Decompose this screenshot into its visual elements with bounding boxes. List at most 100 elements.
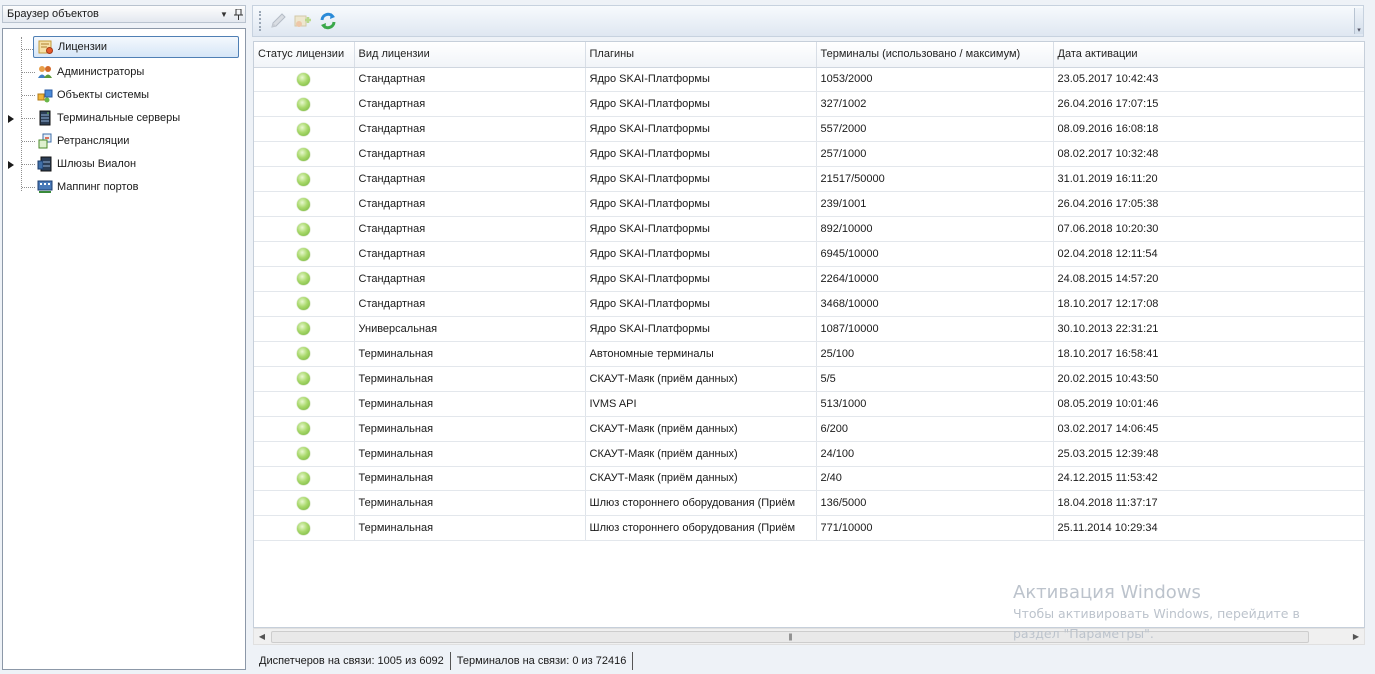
plugin-cell: Ядро SKAI-Платформы <box>585 141 817 168</box>
table-row[interactable]: Стандартная Ядро SKAI-Платформы 892/10000 0… <box>254 216 1364 243</box>
table-row[interactable]: Стандартная Ядро SKAI-Платформы 239/1001 26… <box>254 191 1364 218</box>
plugin-cell: СКАУТ-Маяк (приём данных) <box>585 466 817 492</box>
table-row[interactable]: Стандартная Ядро SKAI-Платформы 6945/10000… <box>254 241 1364 267</box>
license-status-cell <box>254 515 355 542</box>
expand-arrow-icon[interactable] <box>7 161 15 169</box>
table-row[interactable]: Терминальная СКАУТ-Маяк (приём данных) 24/… <box>254 441 1364 467</box>
pin-icon[interactable] <box>231 7 245 21</box>
table-row[interactable]: Универсальная Ядро SKAI-Платформы 1087/100… <box>254 316 1364 342</box>
scroll-right-arrow-icon[interactable]: ▶ <box>1351 632 1361 642</box>
license-type-cell: Стандартная <box>354 91 586 118</box>
terminals-cell: 2/40 <box>816 466 1054 492</box>
activation-date-cell: 30.10.2013 22:31:21 <box>1053 316 1364 342</box>
tree-item-licenses[interactable]: Лицензии <box>33 36 239 58</box>
plugin-cell: Автономные терминалы <box>585 341 817 367</box>
status-active-icon <box>297 447 311 461</box>
table-row[interactable]: Терминальная Автономные терминалы 25/100 18… <box>254 341 1364 367</box>
tree-item-system-objects[interactable]: Объекты системы <box>3 84 243 107</box>
license-type-cell: Терминальная <box>354 466 586 492</box>
activation-date-cell: 18.10.2017 12:17:08 <box>1053 291 1364 317</box>
table-row[interactable]: Терминальная СКАУТ-Маяк (приём данных) 2/4… <box>254 466 1364 492</box>
license-status-cell <box>254 91 355 118</box>
plugin-cell: Ядро SKAI-Платформы <box>585 291 817 317</box>
tree-item-wialon-gateways[interactable]: Шлюзы Виалон <box>3 153 243 176</box>
tree-item-terminal-servers[interactable]: Терминальные серверы <box>3 107 243 130</box>
plugin-cell: Ядро SKAI-Платформы <box>585 191 817 218</box>
add-license-icon[interactable] <box>292 10 314 32</box>
license-status-cell <box>254 266 355 292</box>
edit-pencil-icon[interactable] <box>267 10 289 32</box>
column-header-plugins[interactable]: Плагины <box>585 42 817 68</box>
scroll-left-arrow-icon[interactable]: ◀ <box>257 632 267 642</box>
license-status-cell <box>254 490 355 517</box>
tree-item-label: Лицензии <box>58 41 108 53</box>
status-active-icon <box>297 372 311 386</box>
terminals-cell: 5/5 <box>816 366 1054 392</box>
licenses-grid[interactable]: Статус лицензии Вид лицензии Плагины Тер… <box>253 41 1365 628</box>
object-tree[interactable]: Лицензии Администраторы Объекты системы … <box>2 28 246 670</box>
tree-item-label: Объекты системы <box>57 89 150 101</box>
activation-date-cell: 08.05.2019 10:01:46 <box>1053 391 1364 417</box>
table-row[interactable]: Стандартная Ядро SKAI-Платформы 557/2000 08… <box>254 116 1364 143</box>
table-row[interactable]: Стандартная Ядро SKAI-Платформы 21517/5000… <box>254 166 1364 193</box>
table-body: Стандартная Ядро SKAI-Платформы 1053/2000 2… <box>254 67 1364 542</box>
plugin-cell: Ядро SKAI-Платформы <box>585 166 817 193</box>
plugin-cell: Ядро SKAI-Платформы <box>585 241 817 267</box>
terminals-cell: 257/1000 <box>816 141 1054 168</box>
status-active-icon <box>297 247 311 261</box>
terminals-cell: 6/200 <box>816 416 1054 442</box>
plugin-cell: Шлюз стороннего оборудования (Приём <box>585 515 817 542</box>
table-row[interactable]: Терминальная СКАУТ-Маяк (приём данных) 6/2… <box>254 416 1364 442</box>
scrollbar-thumb[interactable]: ||| <box>271 631 1309 643</box>
terminals-cell: 2264/10000 <box>816 266 1054 292</box>
table-row[interactable]: Стандартная Ядро SKAI-Платформы 3468/10000… <box>254 291 1364 317</box>
license-status-cell <box>254 466 355 492</box>
status-active-icon <box>297 297 311 311</box>
plugin-cell: Ядро SKAI-Платформы <box>585 316 817 342</box>
tree-item-label: Терминальные серверы <box>57 112 181 124</box>
activation-date-cell: 08.09.2016 16:08:18 <box>1053 116 1364 143</box>
status-active-icon <box>297 222 311 236</box>
table-row[interactable]: Терминальная Шлюз стороннего оборудования… <box>254 515 1364 542</box>
activation-date-cell: 26.04.2016 17:07:15 <box>1053 91 1364 118</box>
panel-menu-dropdown-icon[interactable]: ▼ <box>217 7 231 21</box>
column-header-terminals[interactable]: Терминалы (использовано / максимум) <box>816 42 1054 68</box>
table-row[interactable]: Терминальная СКАУТ-Маяк (приём данных) 5/5… <box>254 366 1364 392</box>
toolbar-grip[interactable] <box>259 11 261 31</box>
license-status-cell <box>254 441 355 467</box>
terminals-cell: 3468/10000 <box>816 291 1054 317</box>
horizontal-scrollbar[interactable]: ◀ ||| ▶ <box>253 628 1365 645</box>
table-row[interactable]: Терминальная Шлюз стороннего оборудования… <box>254 490 1364 517</box>
tree-item-administrators[interactable]: Администраторы <box>3 61 243 84</box>
terminals-cell: 24/100 <box>816 441 1054 467</box>
tree-item-retranslations[interactable]: Ретрансляции <box>3 130 243 153</box>
table-row[interactable]: Стандартная Ядро SKAI-Платформы 2264/10000… <box>254 266 1364 292</box>
dispatchers-online-status: Диспетчеров на связи: 1005 из 6092 <box>253 652 451 670</box>
terminals-cell: 1053/2000 <box>816 67 1054 93</box>
license-type-cell: Терминальная <box>354 341 586 367</box>
object-browser-header: Браузер объектов ▼ <box>2 5 246 23</box>
activation-date-cell: 26.04.2016 17:05:38 <box>1053 191 1364 218</box>
license-type-cell: Универсальная <box>354 316 586 342</box>
license-status-cell <box>254 391 355 417</box>
tree-item-port-mapping[interactable]: Маппинг портов <box>3 176 243 199</box>
license-type-cell: Терминальная <box>354 515 586 542</box>
terminals-cell: 892/10000 <box>816 216 1054 243</box>
expand-arrow-icon[interactable] <box>7 115 15 123</box>
table-row[interactable]: Стандартная Ядро SKAI-Платформы 1053/2000 2… <box>254 67 1364 93</box>
table-row[interactable]: Терминальная IVMS API 513/1000 08.05.2019 1… <box>254 391 1364 417</box>
refresh-icon[interactable] <box>317 10 339 32</box>
table-row[interactable]: Стандартная Ядро SKAI-Платформы 257/1000 08… <box>254 141 1364 168</box>
toolbar-overflow-button[interactable]: ▾ <box>1354 8 1363 34</box>
license-status-cell <box>254 141 355 168</box>
license-type-cell: Терминальная <box>354 416 586 442</box>
admins-icon <box>37 64 53 80</box>
license-type-cell: Стандартная <box>354 166 586 193</box>
column-header-license-type[interactable]: Вид лицензии <box>354 42 586 68</box>
column-header-status[interactable]: Статус лицензии <box>254 42 355 68</box>
column-header-activation-date[interactable]: Дата активации <box>1053 42 1364 68</box>
table-header-row: Статус лицензии Вид лицензии Плагины Тер… <box>254 42 1364 68</box>
license-status-cell <box>254 291 355 317</box>
terminals-cell: 6945/10000 <box>816 241 1054 267</box>
table-row[interactable]: Стандартная Ядро SKAI-Платформы 327/1002 26… <box>254 91 1364 118</box>
